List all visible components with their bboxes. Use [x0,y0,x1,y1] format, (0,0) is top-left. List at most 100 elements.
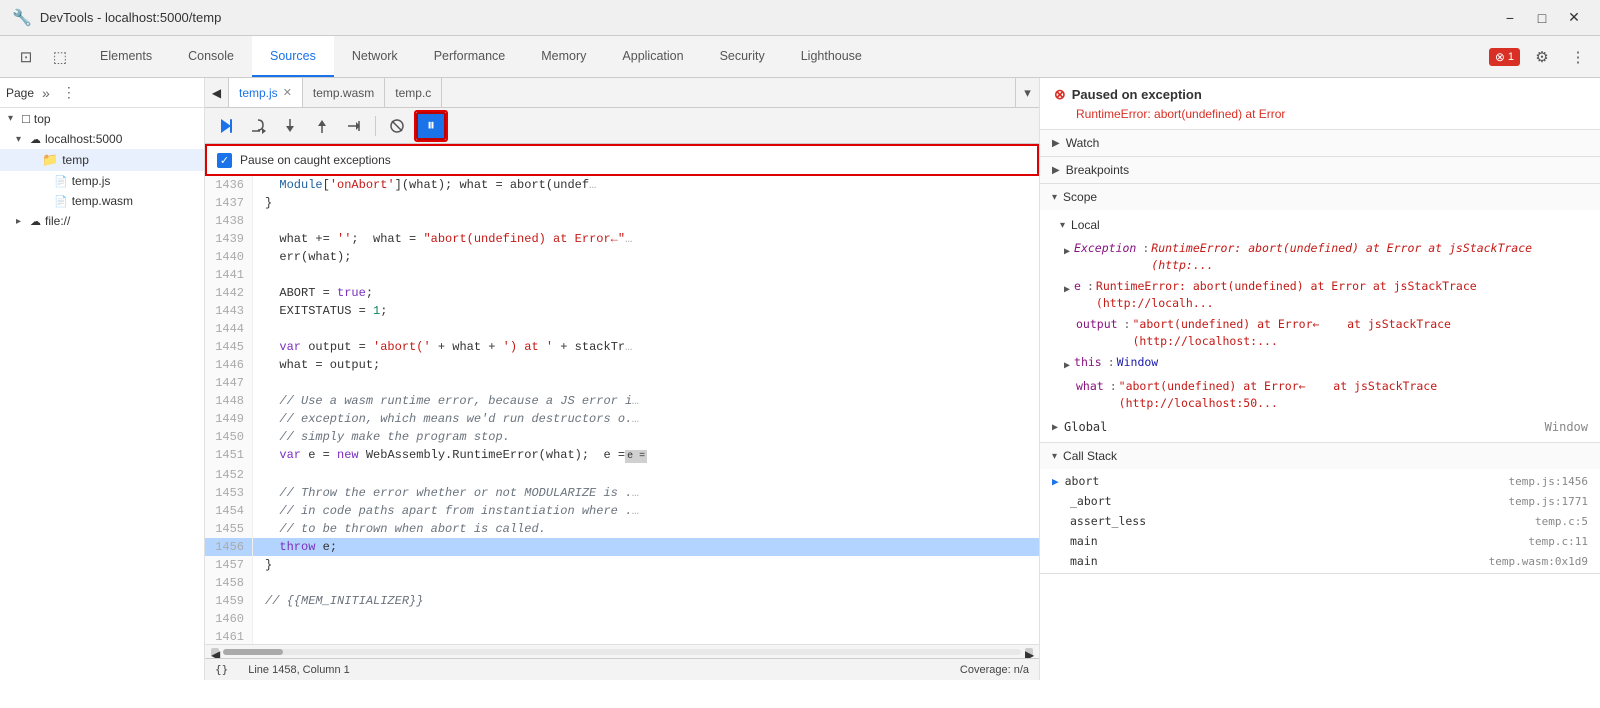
tree-item-temp-wasm[interactable]: 📄 temp.wasm [0,191,204,211]
scope-item-exception[interactable]: ▶ Exception: RuntimeError: abort(undefin… [1040,238,1600,276]
tab-sources[interactable]: Sources [252,36,334,77]
code-line: 1449 // exception, which means we'd run … [205,410,1039,428]
call-item-main-2[interactable]: main temp.wasm:0x1d9 [1040,551,1600,571]
sidebar-more-icon[interactable]: » [38,83,54,103]
current-frame-icon: ▶ [1052,475,1059,488]
watch-section-header[interactable]: ▶ Watch [1040,130,1600,156]
code-line-highlighted: 1456 throw e; [205,538,1039,556]
breakpoints-section-header[interactable]: ▶ Breakpoints [1040,157,1600,183]
deactivate-breakpoints-button[interactable] [382,112,412,140]
pause-exceptions-label[interactable]: Pause on caught exceptions [240,153,391,167]
step-into-button[interactable] [275,112,305,140]
pause-exceptions-checkbox[interactable]: ✓ [217,153,232,168]
tab-icons: ⊡ ⬚ [4,36,82,77]
code-line: 1441 [205,266,1039,284]
error-badge[interactable]: ⊗ 1 [1489,48,1520,66]
call-item-_abort[interactable]: _abort temp.js:1771 [1040,491,1600,511]
call-item-assert-less[interactable]: assert_less temp.c:5 [1040,511,1600,531]
tree-item-temp[interactable]: 📁 temp [0,149,204,171]
chevron-right-icon: ▶ [1052,422,1058,433]
call-item-main-1[interactable]: main temp.c:11 [1040,531,1600,551]
scrollbar-thumb[interactable] [223,649,283,655]
chevron-right-icon: ▶ [1052,138,1060,149]
cloud-icon: ☁ [30,133,41,146]
scope-section-header[interactable]: ▾ Scope [1040,184,1600,210]
code-line: 1436 Module['onAbort'](what); what = abo… [205,176,1039,194]
tree-item-localhost[interactable]: ▾ ☁ localhost:5000 [0,129,204,149]
more-tabs-icon[interactable]: ▾ [1015,78,1039,108]
tab-application[interactable]: Application [604,36,701,77]
error-circle-icon: ⊗ [1054,86,1066,103]
close-tab-icon[interactable]: ✕ [283,86,292,99]
tab-bar: ⊡ ⬚ Elements Console Sources Network Per… [0,36,1600,78]
scope-item-e[interactable]: ▶ e: RuntimeError: abort(undefined) at E… [1040,276,1600,314]
right-panel-scroll[interactable]: ⊗ Paused on exception RuntimeError: abor… [1040,78,1600,680]
pause-exceptions-row: ✓ Pause on caught exceptions [205,144,1039,176]
step-icon [346,118,362,134]
pause-exceptions-button[interactable]: ⏸ [416,112,446,140]
scope-item-what[interactable]: what: "abort(undefined) at Error← at jsS… [1040,376,1600,414]
tab-elements[interactable]: Elements [82,36,170,77]
tab-security[interactable]: Security [702,36,783,77]
code-line: 1453 // Throw the error whether or not M… [205,484,1039,502]
code-line: 1443 EXITSTATUS = 1; [205,302,1039,320]
scrollbar-track[interactable] [223,649,1021,655]
scope-item-this[interactable]: ▶ this: Window [1040,352,1600,376]
tree-item-temp-js[interactable]: 📄 temp.js [0,171,204,191]
tab-performance[interactable]: Performance [416,36,524,77]
scope-item-output[interactable]: output: "abort(undefined) at Error← at j… [1040,314,1600,352]
folder-icon: □ [22,111,30,126]
device-mode-icon[interactable]: ⬚ [46,43,74,71]
code-line: 1448 // Use a wasm runtime error, becaus… [205,392,1039,410]
scroll-right-arrow[interactable]: ▶ [1025,648,1033,656]
tab-memory[interactable]: Memory [523,36,604,77]
step-button[interactable] [339,112,369,140]
wasm-file-icon: 📄 [54,195,68,208]
devtools-icon: 🔧 [12,8,32,28]
code-line: 1437 } [205,194,1039,212]
code-line: 1447 [205,374,1039,392]
paused-error: RuntimeError: abort(undefined) at Error [1054,107,1586,121]
code-line: 1454 // in code paths apart from instant… [205,502,1039,520]
tab-console[interactable]: Console [170,36,252,77]
more-options-icon[interactable]: ⋮ [1564,43,1592,71]
step-out-button[interactable] [307,112,337,140]
file-tab-right: ▾ [1015,78,1039,107]
file-tab-temp-c[interactable]: temp.c [385,78,442,107]
titlebar: 🔧 DevTools - localhost:5000/temp − □ ✕ [0,0,1600,36]
tree-item-top[interactable]: ▾ □ top [0,108,204,129]
window-controls: − □ ✕ [1496,7,1588,29]
call-stack-header[interactable]: ▾ Call Stack [1040,443,1600,469]
call-stack-section: ▾ Call Stack ▶ abort temp.js:1456 _abort… [1040,443,1600,574]
toolbar-separator [375,116,376,136]
cloud-icon: ☁ [30,215,41,228]
maximize-button[interactable]: □ [1528,7,1556,29]
file-tab-temp-wasm[interactable]: temp.wasm [303,78,385,107]
sidebar-page-label: Page [6,86,34,100]
call-stack-content: ▶ abort temp.js:1456 _abort temp.js:1771… [1040,469,1600,573]
local-section-header[interactable]: ▾ Local [1040,212,1600,238]
chevron-down-icon: ▾ [8,113,18,124]
file-tabs: ◀ temp.js ✕ temp.wasm temp.c ▾ [205,78,1039,108]
close-button[interactable]: ✕ [1560,7,1588,29]
code-area[interactable]: 1436 Module['onAbort'](what); what = abo… [205,176,1039,644]
minimize-button[interactable]: − [1496,7,1524,29]
coverage-status: Coverage: n/a [960,664,1029,676]
resume-button[interactable] [211,112,241,140]
settings-icon[interactable]: ⚙ [1528,43,1556,71]
code-line: 1440 err(what); [205,248,1039,266]
tab-network[interactable]: Network [334,36,416,77]
file-tab-temp-js[interactable]: temp.js ✕ [229,78,303,107]
tree-item-file[interactable]: ▸ ☁ file:// [0,211,204,231]
horizontal-scrollbar[interactable]: ◀ ▶ [205,644,1039,658]
tab-lighthouse[interactable]: Lighthouse [783,36,880,77]
chevron-down-icon: ▾ [1052,192,1057,203]
sidebar-menu-icon[interactable]: ⋮ [58,82,80,103]
step-over-button[interactable] [243,112,273,140]
global-section-header[interactable]: ▶ Global Window [1040,414,1600,440]
scroll-left-arrow[interactable]: ◀ [211,648,219,656]
call-item-abort[interactable]: ▶ abort temp.js:1456 [1040,471,1600,491]
inspect-icon[interactable]: ⊡ [12,43,40,71]
window-title: DevTools - localhost:5000/temp [40,10,1496,25]
file-tab-prev-icon[interactable]: ◀ [205,78,229,107]
